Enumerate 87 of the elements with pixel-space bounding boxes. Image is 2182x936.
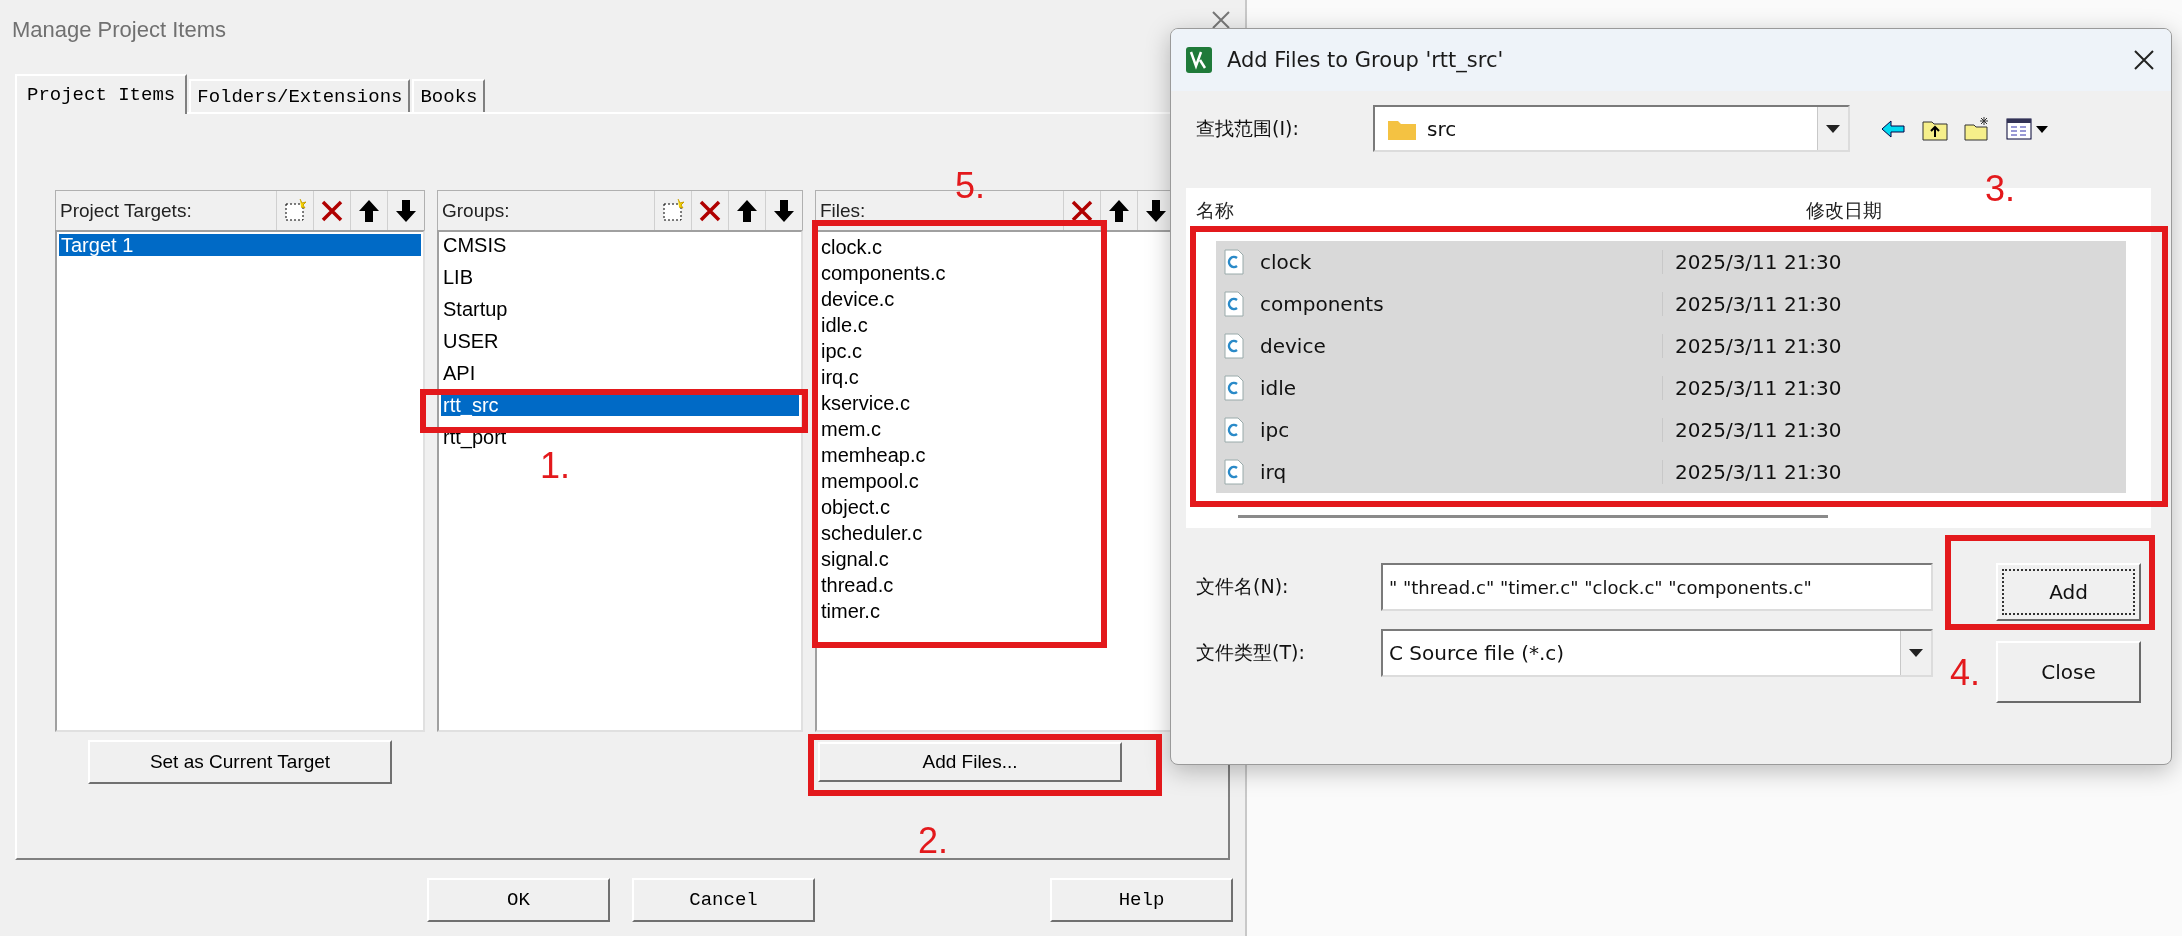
down-arrow-icon[interactable] xyxy=(393,197,419,224)
list-item[interactable]: timer.c xyxy=(819,598,882,624)
file-name-field[interactable]: " "thread.c" "timer.c" "clock.c" "components.c" xyxy=(1381,563,1933,611)
c-file-icon xyxy=(1224,459,1244,485)
column-header[interactable]: 名称 xyxy=(1186,196,1796,224)
app-logo-icon xyxy=(1185,46,1213,74)
file-date: 2025/3/11 21:30 xyxy=(1662,376,1842,400)
step-number: 4. xyxy=(1950,652,1981,694)
list-item[interactable]: USER xyxy=(441,330,799,352)
list-item[interactable]: signal.c xyxy=(819,546,891,572)
step-number: 5. xyxy=(955,165,986,207)
add-files-button[interactable]: Add Files... xyxy=(818,742,1122,782)
file-date: 2025/3/11 21:30 xyxy=(1662,418,1842,442)
file-name: irq xyxy=(1260,460,1288,484)
file-name: idle xyxy=(1260,376,1298,400)
dialog-button[interactable]: OK xyxy=(427,878,610,922)
list-item[interactable]: scheduler.c xyxy=(819,520,925,546)
list-item[interactable]: thread.c xyxy=(819,572,896,598)
file-row[interactable]: idle 2025/3/11 21:30 xyxy=(1216,367,2126,409)
dialog-button[interactable]: Help xyxy=(1050,878,1233,922)
list-item[interactable]: API xyxy=(441,362,799,384)
file-date: 2025/3/11 21:30 xyxy=(1662,292,1842,316)
close-icon[interactable] xyxy=(2133,49,2155,71)
list-item[interactable]: CMSIS xyxy=(441,234,799,256)
c-file-icon xyxy=(1224,375,1244,401)
caret-icon xyxy=(1909,649,1923,657)
panel-label: Project Targets: xyxy=(60,199,192,222)
file-type-dropdown[interactable]: C Source file (*.c) xyxy=(1381,629,1933,677)
list-item[interactable]: device.c xyxy=(819,286,897,312)
window-title: Manage Project Items xyxy=(12,17,226,43)
list-item[interactable]: memheap.c xyxy=(819,442,928,468)
dialog-button[interactable]: Close xyxy=(1996,641,2141,703)
set-current-target-button[interactable]: Set as Current Target xyxy=(88,740,392,784)
list-item[interactable]: Startup xyxy=(441,298,799,320)
file-name: components xyxy=(1260,292,1385,316)
file-name: clock xyxy=(1260,250,1313,274)
look-in-dropdown[interactable]: src xyxy=(1373,105,1850,152)
list-item[interactable]: mem.c xyxy=(819,416,883,442)
list-item[interactable]: mempool.c xyxy=(819,468,921,494)
file-row[interactable]: irq 2025/3/11 21:30 xyxy=(1216,451,2126,493)
file-name-label: 文件名(N): xyxy=(1196,574,1290,599)
scrollbar-thumb[interactable] xyxy=(1238,515,1828,518)
new-item-icon[interactable] xyxy=(660,197,686,224)
tab[interactable]: Project Items xyxy=(15,74,188,114)
list-item[interactable]: idle.c xyxy=(819,312,870,338)
file-row[interactable]: components 2025/3/11 21:30 xyxy=(1216,283,2126,325)
file-row[interactable]: clock 2025/3/11 21:30 xyxy=(1216,241,2126,283)
c-file-icon xyxy=(1224,249,1244,275)
list-item[interactable]: object.c xyxy=(819,494,892,520)
list-item[interactable]: kservice.c xyxy=(819,390,912,416)
file-date: 2025/3/11 21:30 xyxy=(1662,460,1842,484)
list-item[interactable]: ipc.c xyxy=(819,338,865,364)
c-file-icon xyxy=(1224,291,1244,317)
step-number: 3. xyxy=(1985,168,2016,210)
step-number: 1. xyxy=(540,445,571,487)
list-item[interactable]: components.c xyxy=(819,260,948,286)
dialog-button[interactable]: Add xyxy=(1996,563,2141,621)
new-folder-icon[interactable] xyxy=(1964,115,1990,142)
step-number: 2. xyxy=(918,820,949,862)
file-date: 2025/3/11 21:30 xyxy=(1662,250,1842,274)
dialog-title: Add Files to Group 'rtt_src' xyxy=(1227,48,1505,72)
dialog-button[interactable]: Cancel xyxy=(632,878,815,922)
file-row[interactable]: ipc 2025/3/11 21:30 xyxy=(1216,409,2126,451)
down-arrow-icon[interactable] xyxy=(1143,197,1169,224)
panel-label: Groups: xyxy=(442,199,510,222)
file-row[interactable]: device 2025/3/11 21:30 xyxy=(1216,325,2126,367)
file-name: ipc xyxy=(1260,418,1291,442)
list-item[interactable]: irq.c xyxy=(819,364,861,390)
column-header[interactable]: 修改日期 xyxy=(1796,196,1882,224)
file-date: 2025/3/11 21:30 xyxy=(1662,334,1842,358)
c-file-icon xyxy=(1224,333,1244,359)
look-in-label: 查找范围(I): xyxy=(1196,115,1300,141)
down-arrow-icon[interactable] xyxy=(771,197,797,224)
view-menu-icon[interactable] xyxy=(2006,115,2050,142)
list-item[interactable]: LIB xyxy=(441,266,799,288)
tab[interactable]: Books xyxy=(412,79,486,112)
list-item[interactable]: clock.c xyxy=(819,234,885,260)
c-file-icon xyxy=(1224,417,1244,443)
list-item[interactable]: rtt_src xyxy=(441,394,799,416)
file-name: device xyxy=(1260,334,1327,358)
panel-label: Files: xyxy=(820,199,866,222)
file-type-label: 文件类型(T): xyxy=(1196,640,1306,665)
caret-icon xyxy=(1826,124,1840,133)
new-item-icon[interactable] xyxy=(282,197,308,224)
list-item[interactable]: Target 1 xyxy=(59,234,421,256)
tab[interactable]: Folders/Extensions xyxy=(189,79,411,112)
list-item[interactable]: rtt_port xyxy=(441,426,799,448)
